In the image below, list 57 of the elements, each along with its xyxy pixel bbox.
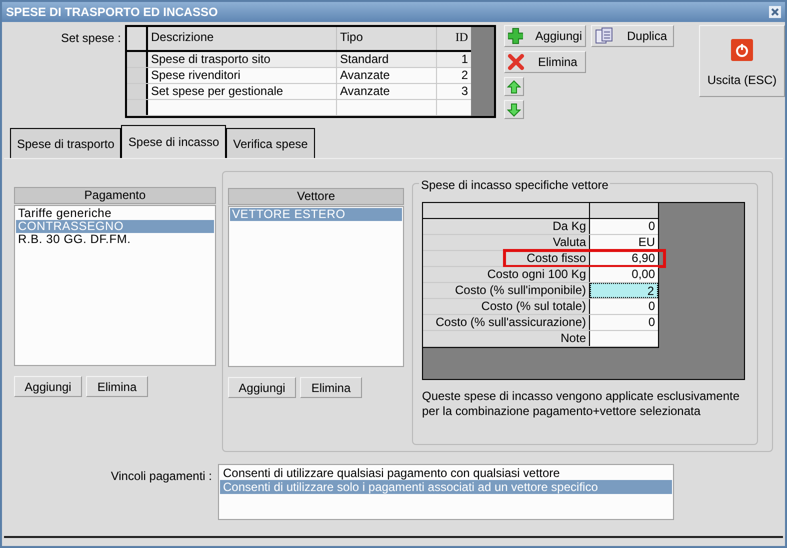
copy-icon (595, 27, 613, 45)
tab[interactable]: Spese di incasso (121, 125, 226, 158)
row-label: Costo fisso (423, 251, 590, 266)
delete-button[interactable]: Elimina (300, 377, 362, 398)
exit-button[interactable]: Uscita (ESC) (699, 25, 785, 97)
value-cell[interactable]: 2 (590, 283, 658, 298)
move-down-button[interactable] (504, 100, 524, 119)
column-header[interactable]: ID (437, 27, 471, 50)
delete-button[interactable]: Elimina (504, 51, 586, 73)
list-item[interactable]: Consenti di utilizzare qualsiasi pagamento con qualsiasi vettore (220, 466, 672, 480)
delete-button[interactable]: Elimina (86, 376, 148, 397)
table-cell: Spese rivenditori (151, 68, 240, 82)
table-row[interactable]: Spese di trasporto sito Standard 1 (127, 52, 471, 68)
table-cell: Spese di trasporto sito (151, 52, 270, 66)
row-header[interactable] (127, 84, 148, 99)
add-button[interactable]: Aggiungi (504, 25, 586, 47)
row-header[interactable] (127, 52, 148, 67)
plus-icon (508, 28, 524, 44)
table-cell: Set spese per gestionale (151, 84, 284, 98)
column-header[interactable]: Descrizione (148, 27, 337, 50)
list-header: Pagamento (14, 187, 216, 204)
add-button[interactable]: Aggiungi (228, 377, 296, 398)
delete-icon (508, 54, 524, 70)
column-header[interactable]: Tipo (337, 27, 437, 50)
field-label: Set spese : (60, 30, 121, 47)
row-label: Note (423, 331, 590, 346)
add-button[interactable]: Aggiungi (14, 376, 82, 397)
power-icon (731, 39, 753, 61)
row-label: Valuta (423, 235, 590, 250)
table-cell: 1 (461, 52, 468, 67)
close-icon[interactable] (769, 6, 781, 18)
table-cell: Avanzate (340, 68, 390, 82)
row-label: Costo (% sul totale) (423, 299, 590, 314)
row-header[interactable] (127, 68, 148, 83)
info-text: Queste spese di incasso vengono applicate esclusivamente per la combinazione pagamento+vettore selezionata (422, 389, 741, 419)
row-label: Costo (% sull'imponibile) (423, 283, 590, 298)
table-row[interactable]: Set spese per gestionale Avanzate 3 (127, 84, 471, 100)
arrow-down-icon (507, 102, 521, 116)
table-cell: 2 (461, 68, 468, 83)
value-cell[interactable]: 0,00 (590, 267, 658, 282)
move-up-button[interactable] (504, 77, 524, 96)
table-cell: Avanzate (340, 84, 390, 98)
window-title: SPESE DI TRASPORTO ED INCASSO (6, 4, 218, 21)
tab[interactable]: Verifica spese (226, 128, 315, 158)
row-label: Da Kg (423, 219, 590, 234)
row-label: Costo (% sull'assicurazione) (423, 315, 590, 330)
field-label: Vincoli pagamenti : (110, 468, 212, 485)
row-label: Costo ogni 100 Kg (423, 267, 590, 282)
duplicate-button[interactable]: Duplica (591, 25, 674, 47)
table-cell: Standard (340, 52, 389, 66)
list-item[interactable]: Tariffe generiche (16, 207, 214, 220)
list-item[interactable]: R.B. 30 GG. DF.FM. (16, 233, 214, 246)
arrow-up-icon (507, 80, 521, 94)
table-row[interactable]: Spese rivenditori Avanzate 2 (127, 68, 471, 84)
list-header: Vettore (228, 188, 404, 205)
table-cell: 3 (461, 84, 468, 99)
tab[interactable]: Spese di trasporto (10, 128, 122, 158)
